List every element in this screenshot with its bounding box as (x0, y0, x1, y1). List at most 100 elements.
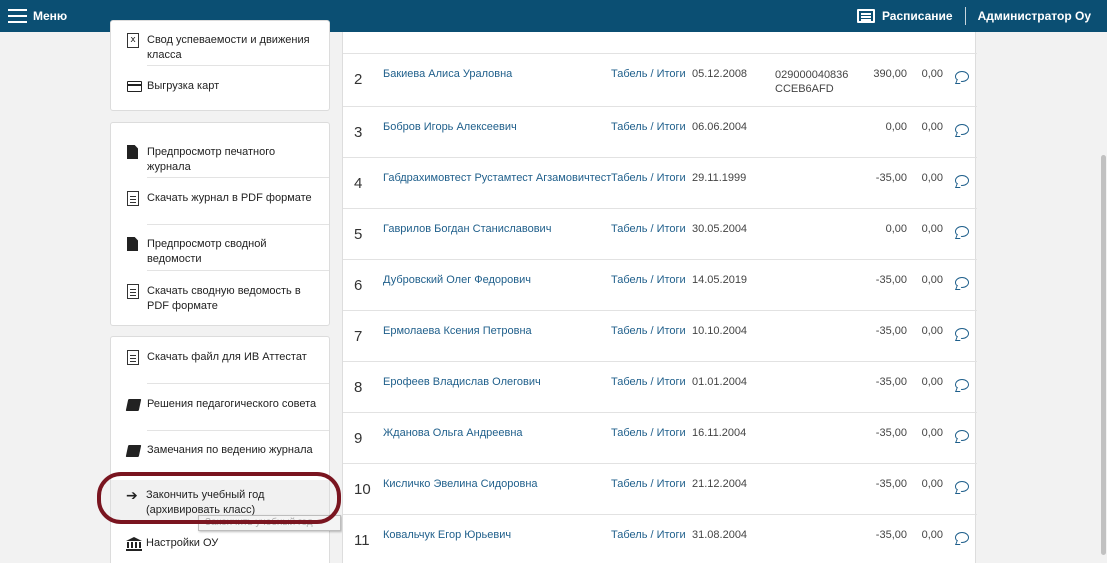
secondary-value: 0,00 (921, 68, 943, 80)
row-number: 10 (354, 481, 371, 498)
sidebar-item-label: Скачать журнал в PDF формате (147, 192, 312, 204)
row-number: 9 (354, 430, 363, 447)
tabel-link[interactable]: Табель (611, 121, 647, 133)
student-name-link[interactable]: Бобров Игорь Алексеевич (383, 121, 517, 133)
sidebar-item-label: Свод успеваемости и движения класса (147, 34, 310, 61)
sidebar-card-journal: Предпросмотр печатного журнала Скачать ж… (110, 122, 330, 326)
student-name-link[interactable]: Жданова Ольга Андреевна (383, 427, 523, 439)
tabel-link[interactable]: Табель (611, 172, 647, 184)
itogi-link[interactable]: Итоги (657, 529, 686, 541)
comment-icon[interactable] (955, 430, 969, 441)
table-row: 7 Ермолаева Ксения Петровна Табель / Итоги… (343, 310, 977, 361)
file-icon (127, 145, 138, 159)
menu-label: Меню (33, 9, 68, 23)
balance-value: -35,00 (875, 376, 907, 388)
sidebar-item-finish-school-year[interactable]: ➔ Закончить учебный год (архивировать кл… (126, 488, 329, 518)
sidebar-item-preview-summary[interactable]: Предпросмотр сводной ведомости (127, 237, 329, 267)
divider (147, 177, 329, 178)
sidebar-item-journal-remarks[interactable]: Замечания по ведению журнала (125, 443, 329, 458)
sidebar-item-label: Скачать сводную ведомость в PDF формате (147, 285, 301, 312)
birth-date: 21.12.2004 (692, 478, 748, 490)
sidebar-item-export-cards[interactable]: Выгрузка карт (127, 79, 329, 94)
tabel-link[interactable]: Табель (611, 68, 647, 80)
comment-icon[interactable] (955, 226, 969, 237)
sidebar-item-download-journal-pdf[interactable]: Скачать журнал в PDF формате (127, 191, 329, 206)
student-name-link[interactable]: Гаврилов Богдан Станиславович (383, 223, 551, 235)
excel-file-icon: x (127, 33, 139, 48)
report-links: Табель / Итоги (611, 223, 686, 235)
student-name-link[interactable]: Ерофеев Владислав Олегович (383, 376, 541, 388)
tabel-link[interactable]: Табель (611, 325, 647, 337)
report-links: Табель / Итоги (611, 172, 686, 184)
comment-icon[interactable] (955, 124, 969, 135)
itogi-link[interactable]: Итоги (657, 274, 686, 286)
itogi-link[interactable]: Итоги (657, 325, 686, 337)
tabel-link[interactable]: Табель (611, 223, 647, 235)
report-links: Табель / Итоги (611, 68, 686, 80)
itogi-link[interactable]: Итоги (657, 121, 686, 133)
row-number: 6 (354, 277, 363, 294)
balance-value: -35,00 (875, 427, 907, 439)
sidebar-item-preview-journal[interactable]: Предпросмотр печатного журнала (127, 145, 329, 175)
sidebar-item-download-summary-pdf[interactable]: Скачать сводную ведомость в PDF формате (127, 284, 329, 314)
report-links: Табель / Итоги (611, 376, 686, 388)
report-links: Табель / Итоги (611, 325, 686, 337)
sidebar-item-pedagogical-council[interactable]: Решения педагогического совета (125, 397, 329, 412)
itogi-link[interactable]: Итоги (657, 172, 686, 184)
itogi-link[interactable]: Итоги (657, 427, 686, 439)
sidebar-item-download-attestat[interactable]: Скачать файл для ИВ Аттестат (127, 350, 329, 365)
tabel-link[interactable]: Табель (611, 274, 647, 286)
schedule-label: Расписание (881, 9, 953, 23)
table-row: 4 Габдрахимовтест Рустамтест Агзамовичтес… (343, 157, 977, 208)
sidebar-item-school-settings[interactable]: Настройки ОУ (126, 536, 329, 551)
secondary-value: 0,00 (921, 223, 943, 235)
comment-icon[interactable] (955, 379, 969, 390)
sidebar-item-label: Предпросмотр печатного журнала (147, 146, 276, 173)
schedule-link[interactable]: Расписание (856, 9, 953, 23)
student-name-link[interactable]: Габдрахимовтест Рустамтест Агзамовичтест (383, 172, 611, 184)
file-text-icon (127, 350, 139, 365)
scrollbar-thumb[interactable] (1101, 155, 1106, 555)
balance-value: -35,00 (875, 478, 907, 490)
user-menu[interactable]: Администратор Оу (978, 9, 1091, 23)
student-name-link[interactable]: Бакиева Алиса Ураловна (383, 68, 512, 80)
sidebar-item-progress-summary[interactable]: x Свод успеваемости и движения класса (127, 33, 329, 63)
itogi-link[interactable]: Итоги (657, 68, 686, 80)
balance-value: -35,00 (875, 274, 907, 286)
itogi-link[interactable]: Итоги (657, 223, 686, 235)
book-icon (125, 399, 142, 411)
sidebar-item-label: Предпросмотр сводной ведомости (147, 238, 267, 265)
birth-date: 05.12.2008 (692, 68, 748, 80)
itogi-link[interactable]: Итоги (657, 478, 686, 490)
student-name-link[interactable]: Дубровский Олег Федорович (383, 274, 531, 286)
comment-icon[interactable] (955, 328, 969, 339)
table-row: 6 Дубровский Олег Федорович Табель / Итоги… (343, 259, 977, 310)
comment-icon[interactable] (955, 481, 969, 492)
tabel-link[interactable]: Табель (611, 478, 647, 490)
comment-icon[interactable] (955, 532, 969, 543)
student-name-link[interactable]: Кисличко Эвелина Сидоровна (383, 478, 538, 490)
balance-value: 0,00 (885, 121, 907, 133)
row-number: 2 (354, 71, 363, 88)
comment-icon[interactable] (955, 277, 969, 288)
table-row: 5 Гаврилов Богдан Станиславович Табель / И… (343, 208, 977, 259)
student-name-link[interactable]: Ковальчук Егор Юрьевич (383, 529, 511, 541)
table-row: 9 Жданова Ольга Андреевна Табель / Итоги 16… (343, 412, 977, 463)
comment-icon[interactable] (955, 175, 969, 186)
tabel-link[interactable]: Табель (611, 376, 647, 388)
itogi-link[interactable]: Итоги (657, 376, 686, 388)
row-number: 8 (354, 379, 363, 396)
divider (147, 65, 329, 66)
secondary-value: 0,00 (921, 325, 943, 337)
sidebar-card-reports: x Свод успеваемости и движения класса Вы… (110, 20, 330, 111)
table-row: 2 Бакиева Алиса Ураловна Табель / Итоги 05.… (343, 53, 977, 106)
report-links: Табель / Итоги (611, 478, 686, 490)
tabel-link[interactable]: Табель (611, 529, 647, 541)
comment-icon[interactable] (955, 71, 969, 82)
menu-button[interactable]: Меню (8, 7, 67, 25)
row-number: 4 (354, 175, 363, 192)
secondary-value: 0,00 (921, 172, 943, 184)
row-number: 5 (354, 226, 363, 243)
student-name-link[interactable]: Ермолаева Ксения Петровна (383, 325, 532, 337)
tabel-link[interactable]: Табель (611, 427, 647, 439)
